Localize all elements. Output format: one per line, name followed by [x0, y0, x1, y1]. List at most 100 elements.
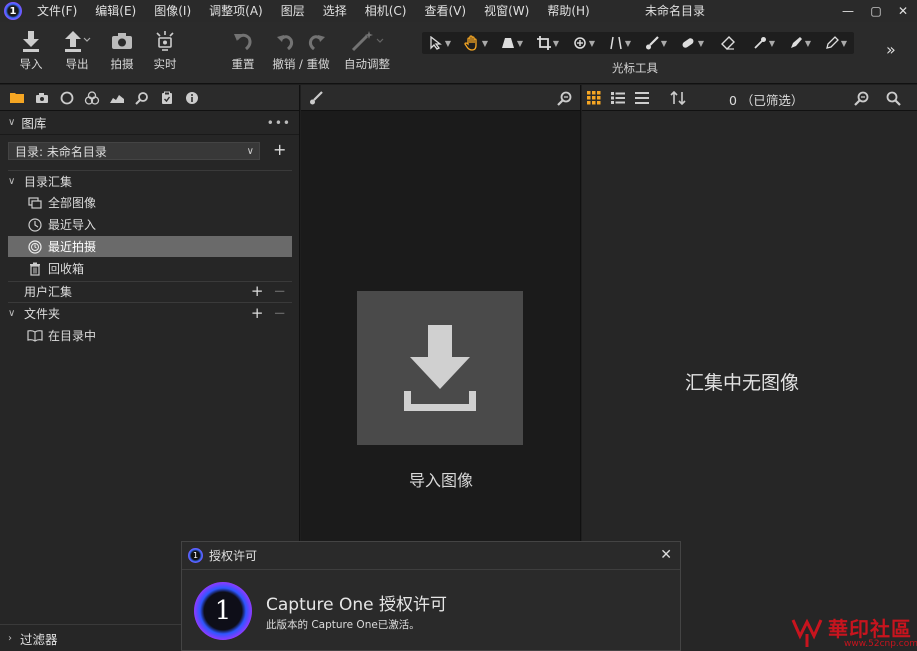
select-tool[interactable]: ▼ [422, 32, 458, 54]
collection-trash[interactable]: 回收箱 [8, 258, 292, 279]
app-logo-icon: 1 [4, 2, 22, 20]
tab-library[interactable] [4, 85, 29, 111]
chevron-down-icon: ∨ [8, 175, 16, 187]
folders-header[interactable]: ∨ 文件夹 + − [8, 303, 292, 323]
import-icon [16, 28, 46, 54]
close-notification-button[interactable]: ✕ [660, 547, 672, 563]
live-icon [150, 28, 180, 54]
folder-icon [9, 93, 24, 103]
license-notification-header: 1 授权许可 ✕ [182, 542, 680, 570]
annotate-tool[interactable]: ▼ [782, 32, 818, 54]
grid-view-button[interactable] [582, 85, 606, 111]
undo-icon[interactable] [274, 30, 298, 52]
redo-icon[interactable] [304, 30, 328, 52]
cursor-tools-group: ▼ ▼ ▼ ▼ ▼ ▼ ▼ ▼ ▼ ▼ ▼ [422, 32, 854, 54]
menu-window[interactable]: 视窗(W) [475, 0, 538, 22]
catalog-collections-header[interactable]: ∨ 目录汇集 [8, 171, 292, 191]
collection-recent-imports[interactable]: 最近导入 [8, 214, 292, 235]
remove-user-collection-button[interactable]: − [273, 282, 286, 300]
menu-view[interactable]: 查看(V) [416, 0, 476, 22]
images-stack-icon [26, 195, 44, 211]
catalog-select-value: 目录: 未命名目录 [15, 144, 107, 159]
menu-camera[interactable]: 相机(C) [356, 0, 416, 22]
user-collections-header[interactable]: 用户汇集 + − [8, 281, 292, 301]
menu-file[interactable]: 文件(F) [28, 0, 86, 22]
pan-tool[interactable]: ▼ [458, 32, 494, 54]
menu-bar: 1 文件(F) 编辑(E) 图像(I) 调整项(A) 图层 选择 相机(C) 查… [0, 0, 917, 22]
draw-mask-tool[interactable]: ▼ [818, 32, 854, 54]
close-window-button[interactable]: ✕ [891, 0, 915, 22]
export-icon [60, 28, 94, 54]
app-logo-icon: 1 [188, 548, 203, 563]
export-button[interactable]: 导出 [60, 28, 94, 72]
more-tools-button[interactable]: » [886, 40, 896, 59]
collection-all-images[interactable]: 全部图像 [8, 192, 292, 213]
toolbar: 导入 导出 拍摄 实时 重置 撤销 / 重做 自动调整 ▼ ▼ ▼ ▼ ▼ ▼ … [0, 22, 917, 84]
reset-icon [228, 28, 258, 54]
filmstrip-icon [635, 91, 649, 104]
eraser-tool[interactable] [710, 32, 746, 54]
undo-redo-button[interactable]: 撤销 / 重做 [270, 28, 332, 72]
color-picker-tool[interactable]: ▼ [746, 32, 782, 54]
tab-lens[interactable] [54, 85, 79, 111]
list-icon [611, 91, 625, 104]
zoom-icon[interactable] [557, 91, 572, 106]
minimize-button[interactable]: — [836, 0, 860, 22]
library-options-button[interactable]: ••• [267, 116, 291, 130]
perspective-tool[interactable]: ▼ [602, 32, 638, 54]
brush-tool[interactable]: ▼ [638, 32, 674, 54]
reset-button[interactable]: 重置 [228, 28, 258, 72]
watermark-url: www.52cnp.com [844, 639, 917, 649]
tab-color[interactable] [79, 85, 104, 111]
tab-capture[interactable] [29, 85, 54, 111]
watermark-logo-icon [791, 618, 823, 647]
empty-collection-message: 汇集中无图像 [684, 372, 799, 394]
import-button[interactable]: 导入 [16, 28, 46, 72]
catalog-select[interactable]: 目录: 未命名目录 ∨ [8, 142, 260, 160]
filmstrip-view-button[interactable] [630, 85, 654, 111]
tab-adjustments[interactable] [154, 85, 179, 111]
library-header[interactable]: ∨ 图库 ••• [0, 111, 299, 135]
browser-toolbar: 0 （已筛选） [582, 85, 917, 111]
chevron-down-icon: ∨ [8, 117, 16, 128]
tool-tabs [0, 85, 299, 111]
histogram-icon [109, 94, 124, 103]
folder-in-catalog[interactable]: 在目录中 [8, 325, 292, 346]
add-folder-button[interactable]: + [251, 304, 264, 322]
tab-exposure[interactable] [104, 85, 129, 111]
list-view-button[interactable] [606, 85, 630, 111]
remove-folder-button[interactable]: − [273, 304, 286, 322]
maximize-button[interactable]: ▢ [864, 0, 888, 22]
grid-icon [587, 90, 601, 104]
capture-button[interactable]: 拍摄 [107, 28, 137, 72]
library-title: 图库 [21, 116, 47, 131]
menu-select[interactable]: 选择 [314, 0, 356, 22]
live-button[interactable]: 实时 [150, 28, 180, 72]
menu-image[interactable]: 图像(I) [145, 0, 200, 22]
sort-button[interactable] [666, 85, 690, 111]
search-icon[interactable] [886, 91, 901, 106]
heal-tool[interactable]: ▼ [674, 32, 710, 54]
crop-tool[interactable]: ▼ [530, 32, 566, 54]
menu-adjustments[interactable]: 调整项(A) [200, 0, 272, 22]
menu-help[interactable]: 帮助(H) [538, 0, 598, 22]
zoom-icon[interactable] [854, 91, 869, 106]
add-catalog-button[interactable]: + [273, 140, 286, 159]
brush-icon[interactable] [309, 91, 323, 105]
import-images-button[interactable] [357, 291, 523, 445]
rotate-tool[interactable]: ▼ [566, 32, 602, 54]
camera-icon [35, 92, 48, 103]
tab-details[interactable] [129, 85, 154, 111]
tab-metadata[interactable] [179, 85, 204, 111]
add-user-collection-button[interactable]: + [251, 282, 264, 300]
perspective-icon [610, 36, 622, 50]
keystone-tool[interactable]: ▼ [494, 32, 530, 54]
watermark: 華印社區 www.52cnp.com [790, 612, 917, 651]
pen-icon [790, 37, 802, 48]
collection-recent-captures[interactable]: 最近拍摄 [8, 236, 292, 257]
capture-one-logo-icon: 1 [194, 582, 252, 640]
menu-layers[interactable]: 图层 [272, 0, 314, 22]
chevron-down-icon: ∨ [246, 145, 254, 157]
menu-edit[interactable]: 编辑(E) [86, 0, 145, 22]
auto-adjust-button[interactable]: 自动调整 [342, 28, 392, 72]
